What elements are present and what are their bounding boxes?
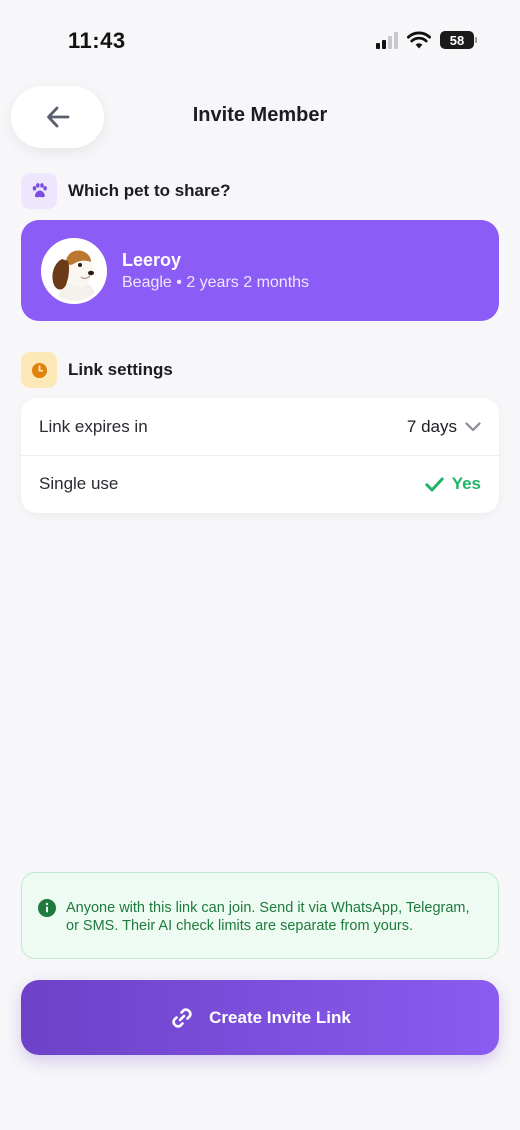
single-use-label: Single use xyxy=(39,474,119,493)
link-expires-label: Link expires in xyxy=(39,416,148,436)
pet-card-leeroy[interactable]: Leeroy Beagle • 2 years 2 months xyxy=(21,220,499,321)
pet-section-label: Which pet to share? xyxy=(68,181,231,200)
invite-member-screen: 11:43 58 Invite Member Which pet to shar… xyxy=(0,0,520,1130)
page-title: Invite Member xyxy=(192,104,328,126)
paw-icon xyxy=(32,183,47,198)
info-notice: Anyone with this link can join. Send it … xyxy=(21,872,499,959)
wifi-icon xyxy=(407,31,431,49)
status-time: 11:43 xyxy=(68,28,126,53)
single-use-row: Single use Yes xyxy=(21,455,499,512)
status-icons: 58 xyxy=(376,31,477,49)
link-expires-row: Link expires in 7 days xyxy=(21,398,499,455)
checkmark-icon xyxy=(424,477,444,491)
link-settings-label: Link settings xyxy=(68,360,173,379)
beagle-photo xyxy=(44,240,104,301)
info-icon xyxy=(38,899,56,917)
paw-icon-badge xyxy=(21,173,57,209)
cellular-signal-icon xyxy=(376,31,398,49)
battery-icon: 58 xyxy=(440,31,477,49)
link-expires-select[interactable]: 7 days xyxy=(407,417,481,437)
clock-icon-badge xyxy=(21,352,57,388)
link-icon xyxy=(172,1007,192,1028)
pet-avatar xyxy=(41,237,107,304)
create-invite-link-label: Create Invite Link xyxy=(209,1007,351,1027)
link-settings-header: Link settings xyxy=(21,352,173,388)
link-expires-value: 7 days xyxy=(406,416,457,436)
link-settings-card: Link expires in 7 days Single use Yes xyxy=(21,398,499,513)
pet-name: Leeroy xyxy=(122,249,182,270)
single-use-toggle[interactable]: Yes xyxy=(424,474,481,494)
status-bar: 11:43 58 xyxy=(0,0,520,84)
create-invite-link-button[interactable]: Create Invite Link xyxy=(21,980,499,1055)
pet-section-header: Which pet to share? xyxy=(21,173,230,209)
chevron-down-icon xyxy=(465,421,481,431)
info-text: Anyone with this link can join. Send it … xyxy=(66,900,470,934)
clock-icon xyxy=(31,362,47,378)
pet-details: Beagle • 2 years 2 months xyxy=(122,273,310,291)
pet-info: Leeroy Beagle • 2 years 2 months xyxy=(122,250,309,292)
single-use-value: Yes xyxy=(451,474,481,493)
